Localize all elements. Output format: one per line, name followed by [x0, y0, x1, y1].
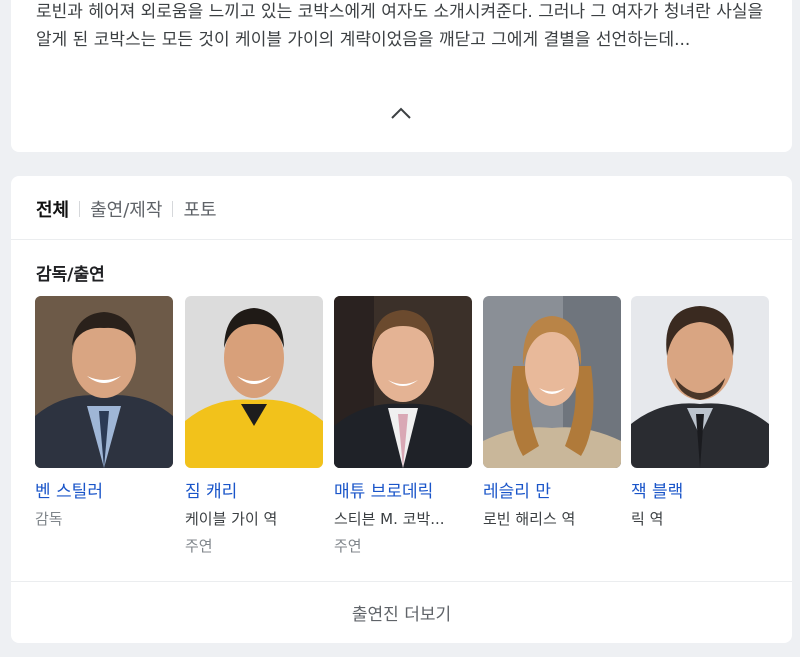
person-type: 주연 — [334, 537, 362, 555]
person-card-jim-carrey[interactable]: 짐 캐리 케이블 가이 역 주연 — [185, 296, 323, 556]
person-photo[interactable] — [483, 296, 621, 468]
section-title: 감독/출연 — [36, 265, 105, 285]
person-name[interactable]: 짐 캐리 — [185, 477, 323, 502]
person-photo[interactable] — [185, 296, 323, 468]
person-card-matthew-broderick[interactable]: 매튜 브로데릭 스티븐 M. 코박... 주연 — [334, 296, 472, 556]
tab-cast-crew[interactable]: 출연/제작 — [90, 196, 162, 222]
person-photo[interactable] — [631, 296, 769, 468]
person-name[interactable]: 레슬리 만 — [483, 477, 621, 502]
more-cast-button[interactable]: 출연진 더보기 — [11, 582, 792, 643]
divider — [11, 239, 792, 240]
person-role: 감독 — [35, 510, 63, 528]
chevron-up-icon — [391, 107, 411, 119]
person-name[interactable]: 잭 블랙 — [631, 477, 769, 502]
tab-separator — [172, 201, 174, 217]
tab-separator — [79, 201, 81, 217]
person-card-ben-stiller[interactable]: 벤 스틸러 감독 — [35, 296, 173, 529]
person-card-leslie-mann[interactable]: 레슬리 만 로빈 해리스 역 — [483, 296, 621, 529]
person-role: 케이블 가이 역 — [185, 510, 278, 528]
collapse-button[interactable] — [390, 103, 412, 123]
person-name[interactable]: 벤 스틸러 — [35, 477, 173, 502]
synopsis-card: 로빈과 헤어져 외로움을 느끼고 있는 코박스에게 여자도 소개시켜준다. 그러… — [11, 0, 792, 152]
person-name[interactable]: 매튜 브로데릭 — [334, 477, 472, 502]
person-photo[interactable] — [35, 296, 173, 468]
person-role: 로빈 해리스 역 — [483, 510, 576, 528]
cast-card: 전체 출연/제작 포토 감독/출연 벤 스틸러 감독 짐 캐리 케이블 가이 역… — [11, 176, 792, 643]
tab-photos[interactable]: 포토 — [183, 196, 216, 222]
person-type: 주연 — [185, 537, 213, 555]
synopsis-text: 로빈과 헤어져 외로움을 느끼고 있는 코박스에게 여자도 소개시켜준다. 그러… — [36, 2, 764, 50]
tab-all[interactable]: 전체 — [36, 196, 69, 222]
person-role: 릭 역 — [631, 510, 664, 528]
cast-tabs: 전체 출연/제작 포토 — [36, 196, 217, 222]
person-card-jack-black[interactable]: 잭 블랙 릭 역 — [631, 296, 769, 529]
person-photo[interactable] — [334, 296, 472, 468]
person-role: 스티븐 M. 코박... — [334, 510, 445, 528]
